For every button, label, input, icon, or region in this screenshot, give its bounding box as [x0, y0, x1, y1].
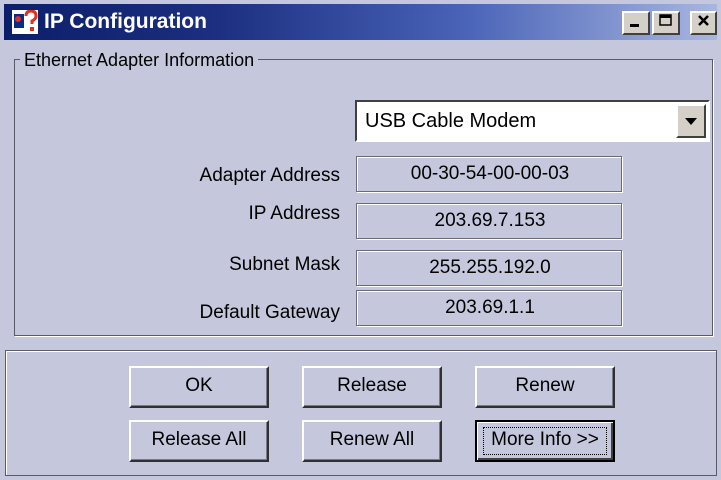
- release-button-label: Release: [337, 375, 407, 396]
- subnet-mask-label: Subnet Mask: [229, 254, 340, 275]
- more-info-button-label: More Info >>: [491, 429, 599, 450]
- adapter-address-label: Adapter Address: [199, 165, 340, 186]
- ok-button[interactable]: OK: [129, 366, 269, 408]
- ip-address-field: 203.69.7.153: [356, 203, 622, 239]
- release-all-button[interactable]: Release All: [129, 420, 269, 462]
- renew-button-label: Renew: [515, 375, 575, 396]
- renew-all-button-label: Renew All: [329, 429, 415, 450]
- title-bar[interactable]: IP Configuration: [4, 4, 717, 40]
- subnet-mask-value: 255.255.192.0: [429, 257, 551, 278]
- default-gateway-label: Default Gateway: [199, 302, 340, 323]
- close-icon: [697, 15, 709, 26]
- minimize-button[interactable]: [622, 11, 650, 35]
- adapter-dropdown-button[interactable]: [676, 104, 706, 138]
- network-help-icon: [12, 10, 38, 34]
- default-gateway-value: 203.69.1.1: [445, 297, 535, 318]
- ip-address-value: 203.69.7.153: [434, 210, 546, 231]
- maximize-button[interactable]: [652, 11, 680, 35]
- default-gateway-field: 203.69.1.1: [356, 290, 622, 326]
- adapter-select-value: USB Cable Modem: [365, 110, 537, 132]
- renew-button[interactable]: Renew: [475, 366, 615, 408]
- close-button[interactable]: [690, 11, 717, 35]
- ok-button-label: OK: [185, 375, 213, 396]
- adapter-select[interactable]: USB Cable Modem: [355, 100, 710, 142]
- more-info-button[interactable]: More Info >>: [475, 420, 615, 462]
- adapter-address-field: 00-30-54-00-00-03: [356, 156, 622, 192]
- ip-configuration-window: IP Configuration Ethernet Adapter Inform…: [0, 0, 721, 480]
- window-title: IP Configuration: [44, 10, 207, 33]
- chevron-down-icon: [685, 118, 697, 125]
- renew-all-button[interactable]: Renew All: [302, 420, 442, 462]
- ip-address-label: IP Address: [248, 203, 340, 224]
- groupbox-label: Ethernet Adapter Information: [20, 49, 259, 71]
- subnet-mask-field: 255.255.192.0: [356, 250, 622, 286]
- maximize-icon: [659, 14, 672, 26]
- release-button[interactable]: Release: [302, 366, 442, 408]
- adapter-address-value: 00-30-54-00-00-03: [410, 163, 570, 184]
- release-all-button-label: Release All: [151, 429, 247, 450]
- minimize-icon: [630, 24, 639, 27]
